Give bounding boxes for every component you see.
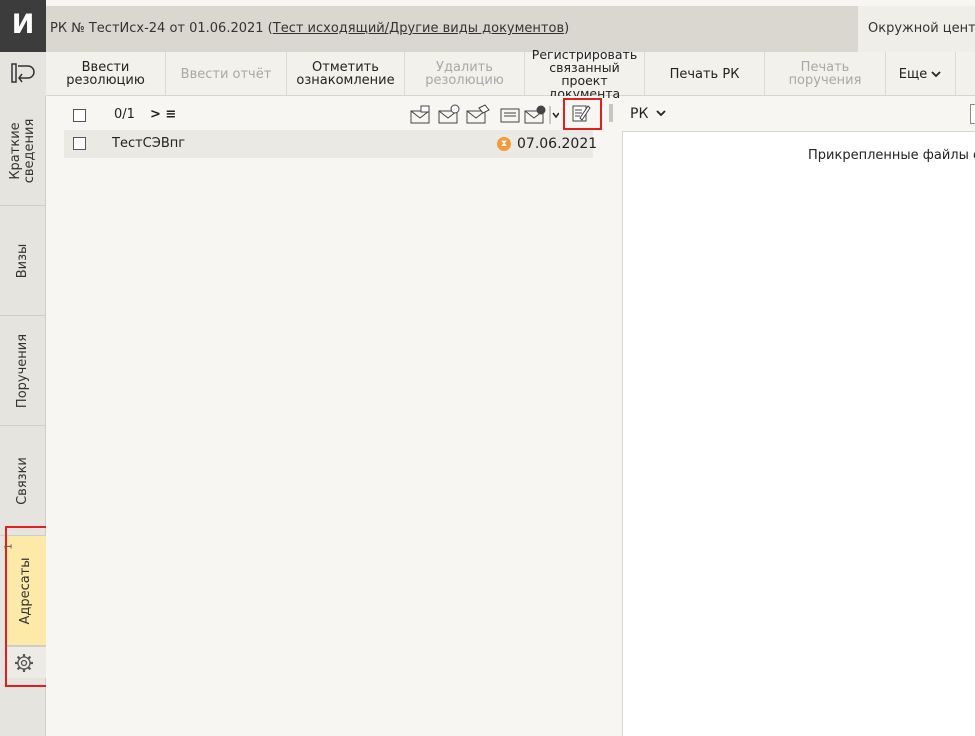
enter-report-button[interactable]: Ввести отчёт <box>166 52 287 96</box>
app-logo[interactable]: И <box>0 0 46 52</box>
addressee-date: 07.06.2021 <box>517 136 598 152</box>
tab-brief-info-label: Краткие сведения <box>8 118 37 183</box>
chevron-down-icon <box>656 110 666 117</box>
delete-resolution-button[interactable]: Удалить резолюцию <box>405 52 525 96</box>
tab-visas-label: Визы <box>15 243 30 278</box>
tab-orders[interactable]: Поручения <box>0 316 46 426</box>
document-type-link[interactable]: Тест исходящий/Другие виды документов <box>273 21 564 36</box>
toolbar: Ввести резолюцию Ввести отчёт Отметить о… <box>46 48 975 100</box>
expand-toggle[interactable]: > ≡ <box>150 107 176 122</box>
row-checkbox[interactable] <box>73 137 86 150</box>
more-label: Еще <box>898 66 928 82</box>
back-button[interactable] <box>0 52 46 96</box>
select-all-checkbox[interactable] <box>73 109 86 122</box>
register-linked-project-button[interactable]: Регистрировать связанный проект документ… <box>525 48 645 100</box>
return-icon <box>11 63 35 83</box>
chevron-down-icon <box>931 71 941 78</box>
rk-content-area <box>622 131 975 736</box>
send-envelope-icon <box>410 105 430 124</box>
print-order-button[interactable]: Печать поручения <box>765 52 886 96</box>
print-rk-button[interactable]: Печать РК <box>645 52 765 96</box>
selection-counter: 0/1 <box>114 107 135 122</box>
mark-acquaintance-button[interactable]: Отметить ознакомление <box>287 52 405 96</box>
rk-selector-label: РК <box>630 106 649 122</box>
right-pane-header <box>622 100 975 130</box>
organization-label: Окружной центр <box>858 6 975 52</box>
enter-resolution-button[interactable]: Ввести резолюцию <box>46 52 166 96</box>
title-suffix: ) <box>564 21 570 36</box>
tab-orders-label: Поручения <box>15 333 30 408</box>
pane-splitter-handle[interactable] <box>609 104 613 122</box>
hourglass-icon: ⧗ <box>497 137 511 151</box>
chevron-down-icon <box>552 112 559 119</box>
tab-links[interactable]: Связки <box>0 426 46 536</box>
tab-visas[interactable]: Визы <box>0 206 46 316</box>
check-envelope-icon <box>524 105 546 124</box>
forward-envelope-icon <box>466 104 490 124</box>
addressee-name: ТестСЭВпг <box>112 136 186 151</box>
more-button[interactable]: Еще <box>886 52 956 96</box>
attached-files-heading: Прикрепленные файлы от <box>808 148 975 163</box>
list-actions-toolbar <box>410 104 559 124</box>
document-title: РК № ТестИсх-24 от 01.06.2021 (Тест исхо… <box>46 6 858 52</box>
comment-envelope-icon <box>500 108 520 123</box>
tab-brief-info[interactable]: Краткие сведения <box>0 96 46 206</box>
right-pane-edge-control[interactable] <box>970 104 975 124</box>
addressees-list-pane <box>46 96 602 736</box>
tab-links-label: Связки <box>15 456 30 505</box>
title-prefix: РК № ТестИсх-24 от 01.06.2021 ( <box>50 21 273 36</box>
highlight-frame-edit <box>563 98 602 130</box>
rk-selector[interactable]: РК <box>630 106 667 122</box>
receive-envelope-icon <box>438 104 460 124</box>
